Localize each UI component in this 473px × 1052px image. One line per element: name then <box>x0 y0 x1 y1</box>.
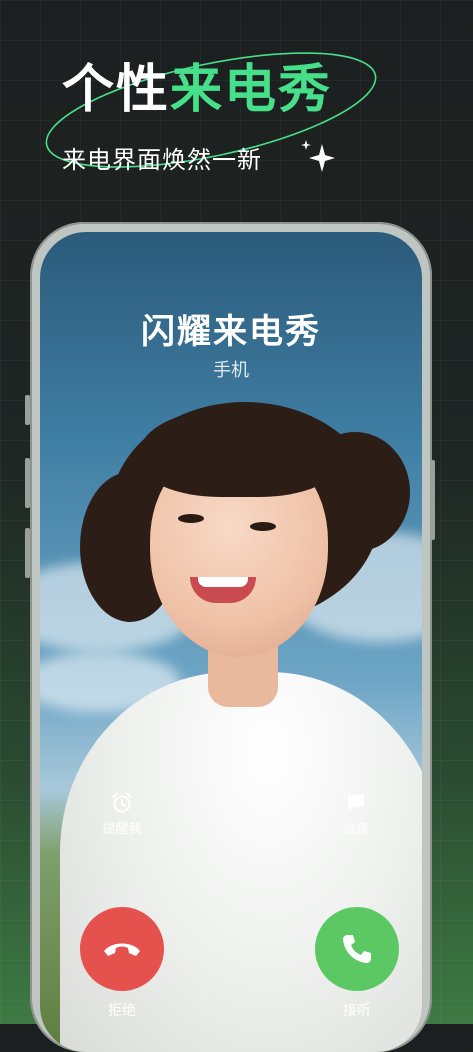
phone-side-button <box>430 460 435 540</box>
message-label: 信息 <box>342 822 369 837</box>
chat-bubble-icon <box>348 795 364 811</box>
alarm-clock-icon <box>112 793 132 813</box>
remind-me-button[interactable]: 提醒我 <box>92 792 152 837</box>
caller-name: 闪耀来电秀 <box>141 312 321 352</box>
phone-icon <box>343 935 371 963</box>
phone-side-button <box>25 395 30 425</box>
headline-white: 个性 <box>62 60 171 120</box>
accept-label: 接听 <box>343 1003 371 1019</box>
headline-subtitle: 来电界面焕然一新 <box>62 146 262 174</box>
phone-side-button <box>25 458 30 508</box>
headline: 个性来电秀 <box>62 58 332 122</box>
decline-call-button[interactable] <box>80 907 164 991</box>
headline-green: 来电秀 <box>170 60 333 120</box>
caller-phone-type: 手机 <box>213 360 249 381</box>
phone-side-button <box>25 528 30 578</box>
remind-me-label: 提醒我 <box>102 822 142 837</box>
phone-hangup-icon <box>104 943 140 956</box>
sparkle-icon <box>301 140 335 172</box>
decline-label: 拒绝 <box>108 1003 136 1019</box>
incoming-call-screen: 闪耀来电秀 手机 提醒我 信息 拒绝 接听 <box>40 232 422 1052</box>
accept-call-button[interactable] <box>315 907 399 991</box>
message-button[interactable]: 信息 <box>326 792 386 837</box>
